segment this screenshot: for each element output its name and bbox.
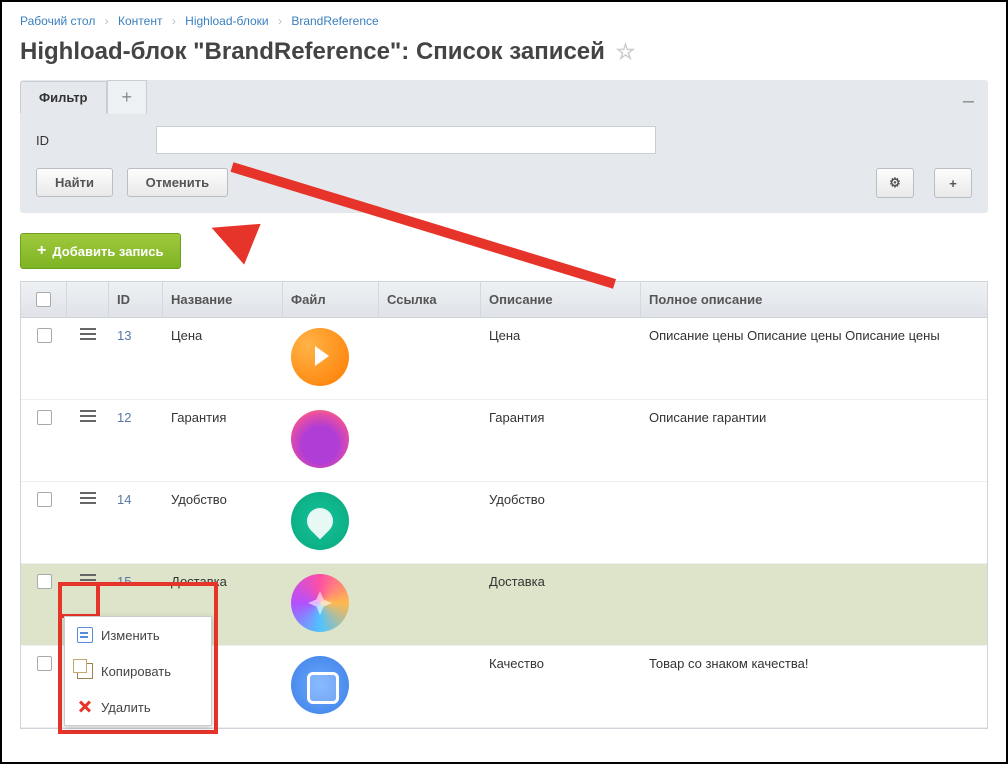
row-menu-icon[interactable] [80,410,96,422]
row-id-link[interactable]: 14 [117,492,131,507]
row-desc: Доставка [481,564,641,645]
row-full: Товар со знаком качества! [641,646,987,727]
edit-icon [77,627,93,643]
gear-icon: ⚙ [889,175,901,191]
select-all-checkbox[interactable] [36,292,51,307]
col-header-full[interactable]: Полное описание [641,282,987,317]
row-id-link[interactable]: 12 [117,410,131,425]
col-header-desc[interactable]: Описание [481,282,641,317]
add-record-button[interactable]: + Добавить запись [20,233,181,269]
row-name: Гарантия [163,400,283,481]
plus-icon: + [949,176,957,191]
menu-item-edit[interactable]: Изменить [65,617,211,653]
annotation-highlight-small [58,582,100,618]
file-thumbnail[interactable] [291,574,349,632]
row-name: Цена [163,318,283,399]
row-link [379,646,481,727]
row-checkbox[interactable] [37,410,52,425]
page-title: Highload-блок "BrandReference": Список з… [20,38,988,66]
row-desc: Цена [481,318,641,399]
menu-item-copy[interactable]: Копировать [65,653,211,689]
file-thumbnail[interactable] [291,410,349,468]
add-filter-tab[interactable]: + [107,80,148,114]
file-thumbnail[interactable] [291,492,349,550]
file-thumbnail[interactable] [291,328,349,386]
row-name: Удобство [163,482,283,563]
table-row[interactable]: 13ЦенаЦенаОписание цены Описание цены Оп… [21,318,987,400]
row-link [379,482,481,563]
row-link [379,400,481,481]
col-header-link[interactable]: Ссылка [379,282,481,317]
row-checkbox[interactable] [37,328,52,343]
col-header-name[interactable]: Название [163,282,283,317]
delete-icon [77,699,93,715]
row-desc: Удобство [481,482,641,563]
row-checkbox[interactable] [37,574,52,589]
row-desc: Гарантия [481,400,641,481]
row-checkbox[interactable] [37,492,52,507]
filter-add-button[interactable]: + [934,168,972,198]
row-full: Описание цены Описание цены Описание цен… [641,318,987,399]
row-full [641,482,987,563]
table-row[interactable]: 12ГарантияГарантияОписание гарантии [21,400,987,482]
plus-icon: + [37,242,46,260]
star-icon[interactable]: ☆ [616,39,636,64]
row-checkbox[interactable] [37,656,52,671]
table-row[interactable]: 14 Удобство Удобство [21,482,987,564]
row-link [379,564,481,645]
breadcrumb-link[interactable]: Highload-блоки [185,14,268,28]
row-id-link[interactable]: 13 [117,328,131,343]
breadcrumb-link[interactable]: BrandReference [291,14,378,28]
col-header-id[interactable]: ID [109,282,163,317]
row-full: Описание гарантии [641,400,987,481]
filter-panel: Фильтр + – ID Найти Отменить ⚙ + [20,80,988,213]
collapse-icon[interactable]: – [963,90,974,113]
filter-tab[interactable]: Фильтр [20,81,107,113]
chevron-right-icon: › [105,14,109,28]
filter-id-input[interactable] [156,126,656,154]
chevron-right-icon: › [278,14,282,28]
breadcrumb: Рабочий стол › Контент › Highload-блоки … [20,14,988,28]
row-menu-icon[interactable] [80,492,96,504]
row-menu-icon[interactable] [80,328,96,340]
chevron-right-icon: › [172,14,176,28]
copy-icon [77,663,93,679]
file-thumbnail[interactable] [291,656,349,714]
filter-settings-button[interactable]: ⚙ [876,168,914,198]
table-header: ID Название Файл Ссылка Описание Полное … [21,281,987,318]
find-button[interactable]: Найти [36,168,113,197]
menu-item-delete[interactable]: Удалить [65,689,211,725]
row-link [379,318,481,399]
cancel-button[interactable]: Отменить [127,168,229,197]
row-context-menu: Изменить Копировать Удалить [64,616,212,726]
breadcrumb-link[interactable]: Контент [118,14,162,28]
filter-id-label: ID [36,133,156,148]
row-full [641,564,987,645]
breadcrumb-link[interactable]: Рабочий стол [20,14,95,28]
col-header-file[interactable]: Файл [283,282,379,317]
row-desc: Качество [481,646,641,727]
